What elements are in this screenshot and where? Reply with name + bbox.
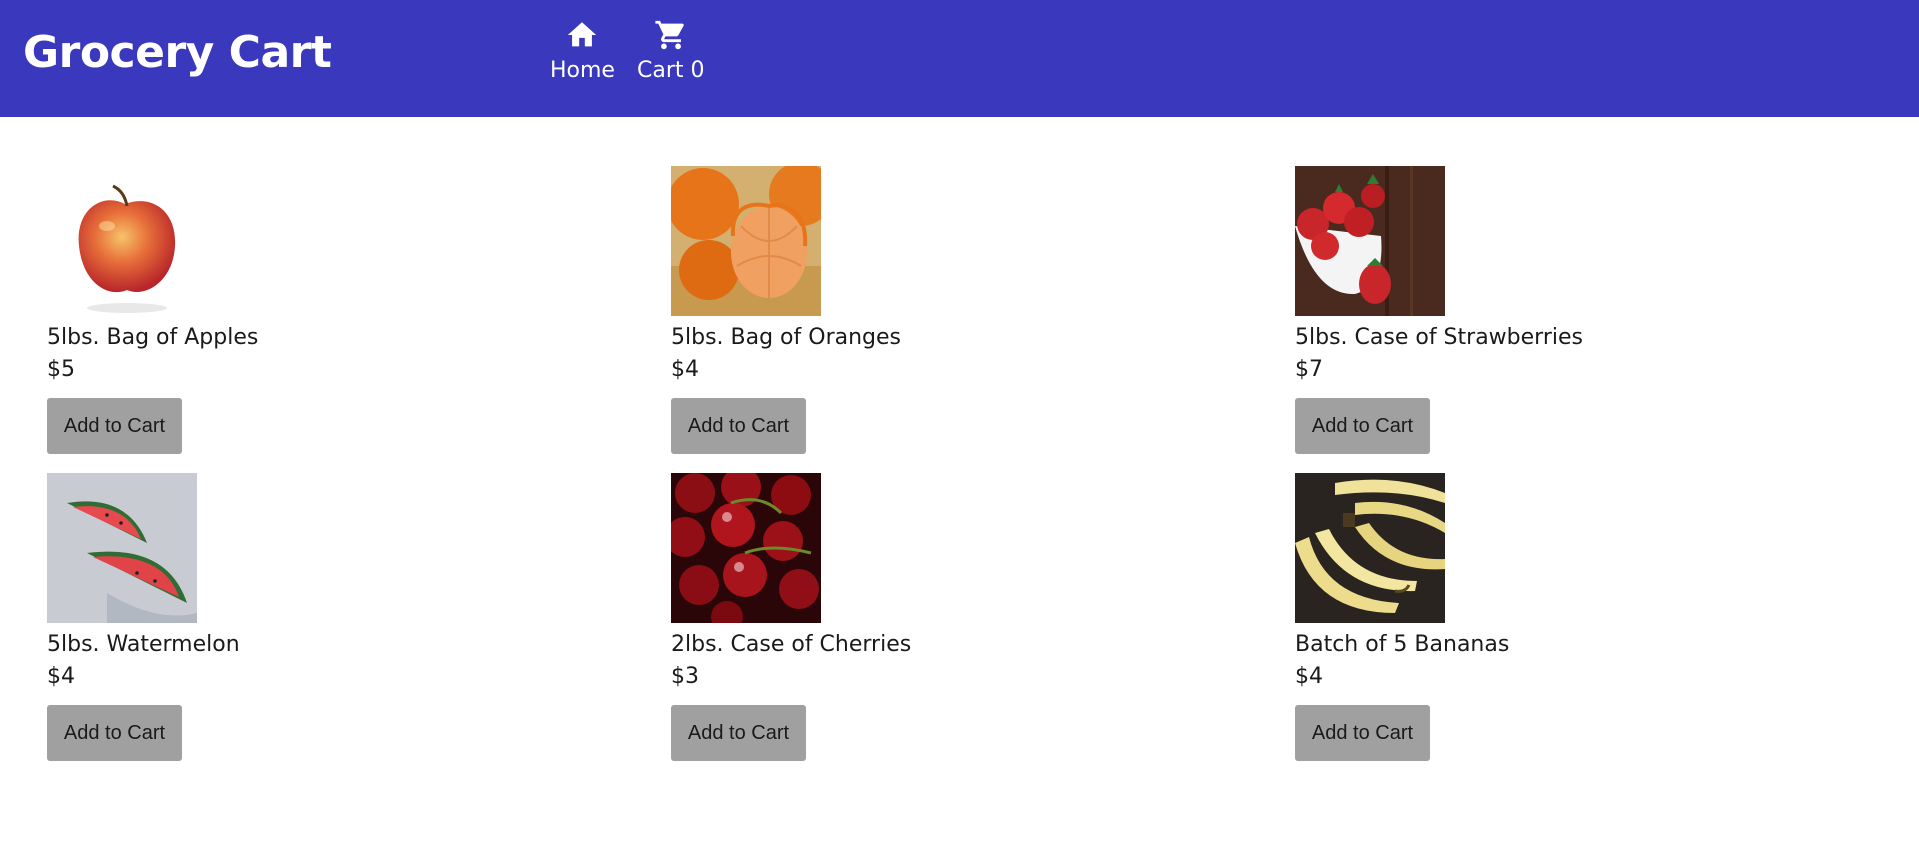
add-to-cart-button[interactable]: Add to Cart — [1295, 705, 1430, 761]
strawberries-image — [1295, 166, 1445, 316]
product-grid: 5lbs. Bag of Apples $5 5lbs. Bag of Oran… — [0, 117, 1919, 847]
product-name: 5lbs. Watermelon — [47, 632, 240, 657]
add-to-cart-button[interactable]: Add to Cart — [671, 705, 806, 761]
product-price: $7 — [1295, 357, 1323, 382]
add-to-cart-button[interactable]: Add to Cart — [671, 398, 806, 454]
nav-cart-text: Cart — [637, 58, 684, 83]
product-name: Batch of 5 Bananas — [1295, 632, 1510, 657]
apple-image — [47, 166, 197, 316]
cart-count-badge: 0 — [690, 58, 705, 83]
product-price: $4 — [47, 664, 75, 689]
product-price: $5 — [47, 357, 75, 382]
product-price: $4 — [1295, 664, 1323, 689]
oranges-image — [671, 166, 821, 316]
app-header: Grocery Cart Home Cart 0 — [0, 0, 1919, 117]
product-name: 2lbs. Case of Cherries — [671, 632, 912, 657]
product-name: 5lbs. Case of Strawberries — [1295, 325, 1583, 350]
nav-home-label: Home — [550, 58, 615, 83]
add-to-cart-button[interactable]: Add to Cart — [47, 705, 182, 761]
home-icon — [568, 22, 597, 47]
product-price: $3 — [671, 664, 699, 689]
shopping-cart-icon — [655, 20, 684, 50]
cherries-image — [671, 473, 821, 623]
add-to-cart-button[interactable]: Add to Cart — [1295, 398, 1430, 454]
nav-cart-label: Cart 0 — [637, 58, 705, 84]
product-name: 5lbs. Bag of Apples — [47, 325, 259, 350]
add-to-cart-button[interactable]: Add to Cart — [47, 398, 182, 454]
nav-cart[interactable]: Cart 0 — [637, 18, 705, 84]
nav-home[interactable]: Home — [550, 18, 615, 84]
product-name: 5lbs. Bag of Oranges — [671, 325, 902, 350]
product-price: $4 — [671, 357, 699, 382]
bananas-image — [1295, 473, 1445, 623]
app-title[interactable]: Grocery Cart — [23, 23, 332, 83]
watermelon-image — [47, 473, 197, 623]
